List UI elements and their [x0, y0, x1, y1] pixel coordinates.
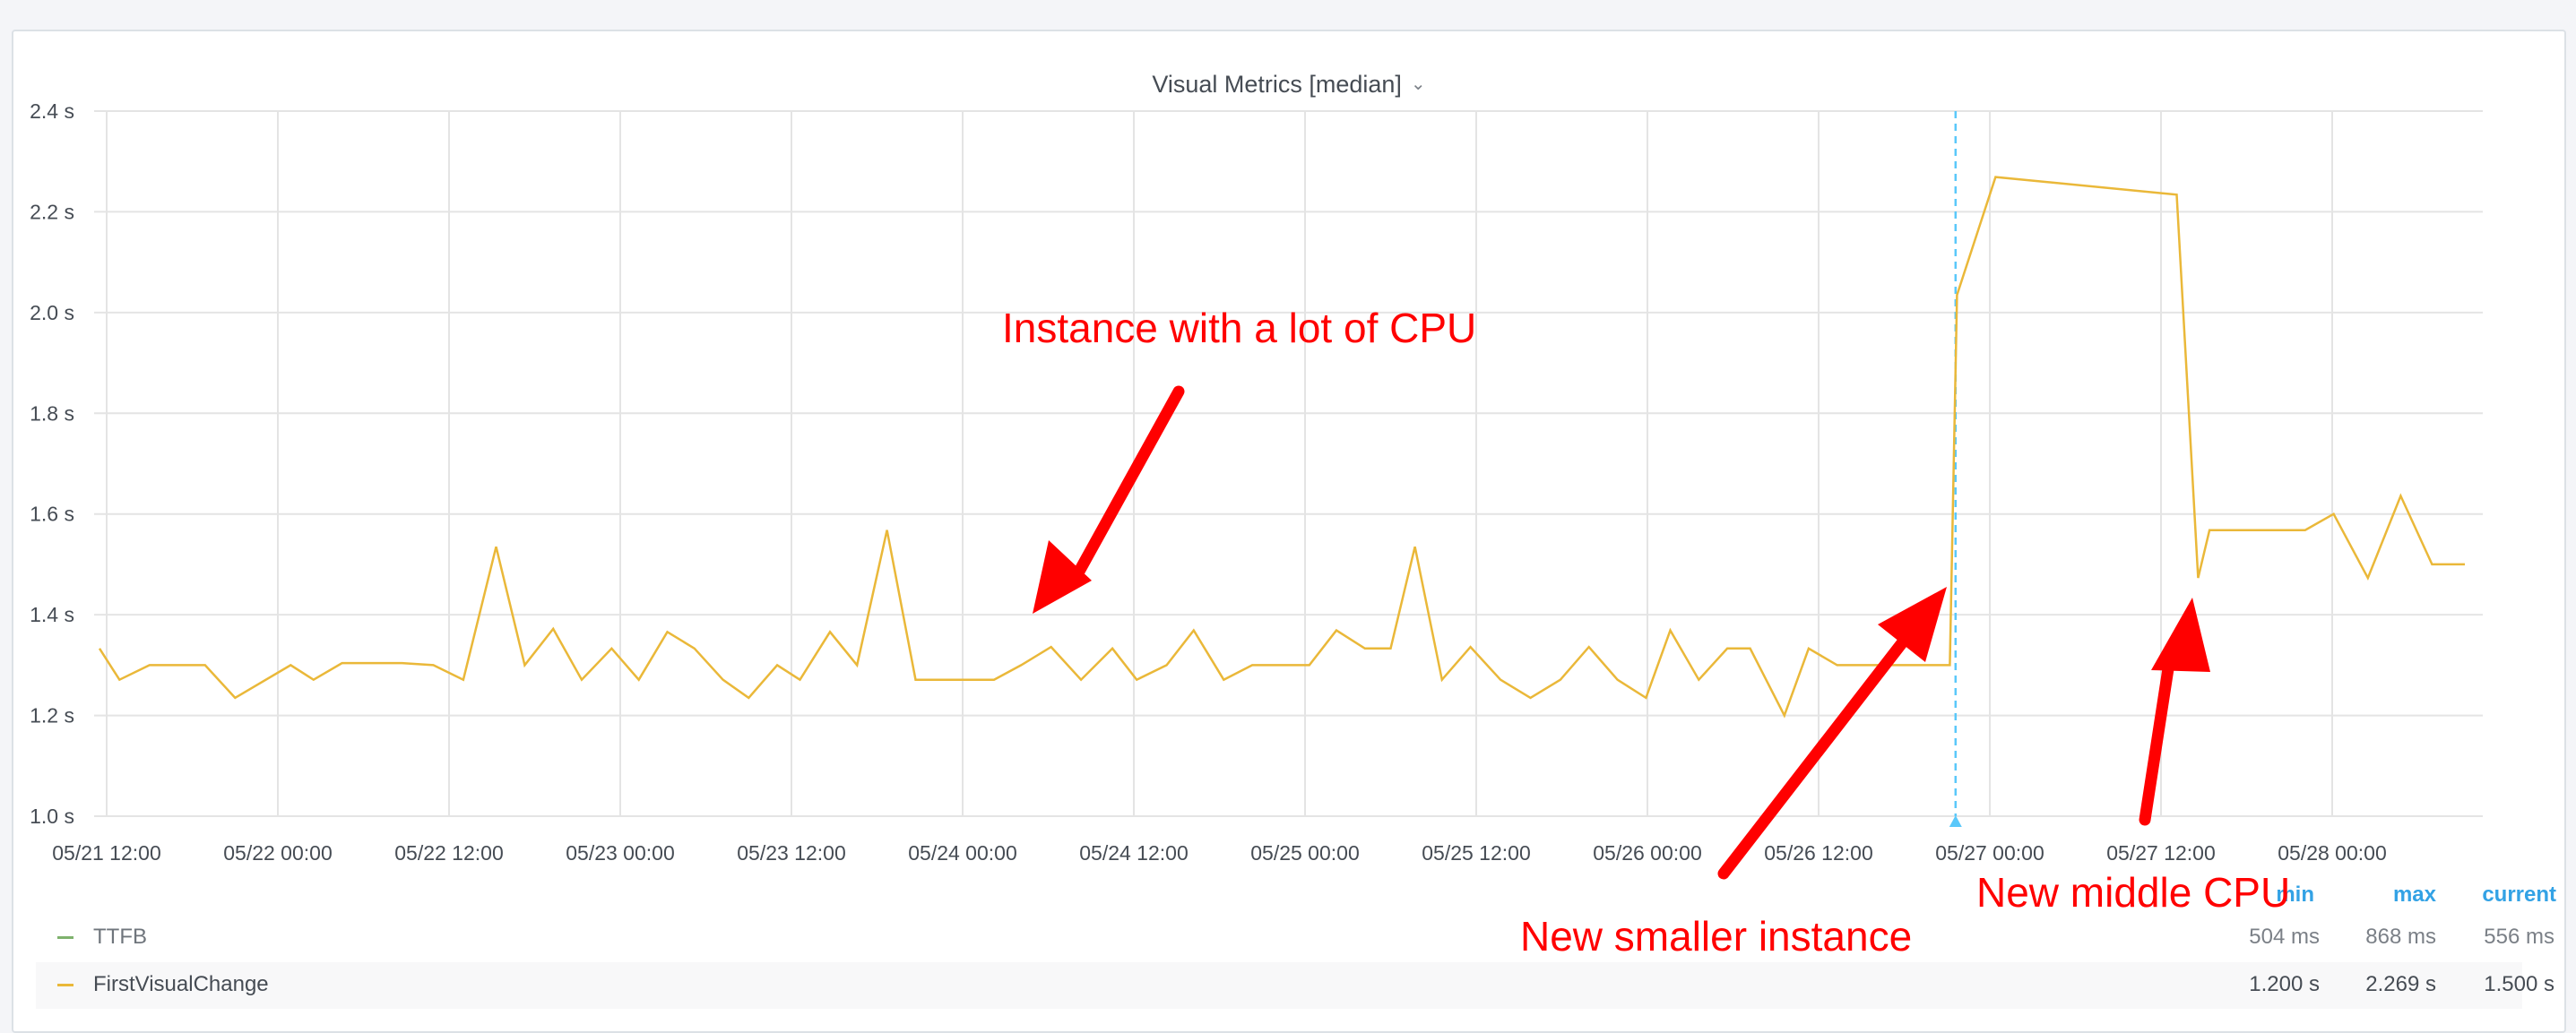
x-tick-label: 05/26 12:00 [1764, 841, 1873, 865]
legend-row-ttfb[interactable]: TTFB 504 ms 868 ms 556 ms [36, 915, 2522, 961]
legend-header-min[interactable]: min [2219, 882, 2314, 908]
arrow-middle-cpu [2145, 598, 2210, 820]
x-tick-label: 05/26 00:00 [1593, 841, 1702, 865]
series-color-swatch[interactable] [57, 984, 73, 986]
y-tick-label: 2.4 s [30, 99, 74, 123]
annotation-cpu: Instance with a lot of CPU [1002, 305, 1476, 351]
y-tick-label: 2.2 s [30, 200, 74, 223]
legend-series-name[interactable]: TTFB [93, 925, 147, 950]
legend-current: 556 ms [2447, 925, 2554, 950]
annotation-marker [1949, 111, 1962, 827]
legend-header: min max current [36, 882, 2522, 909]
legend-min: 1.200 s [2212, 972, 2320, 997]
legend-current: 1.500 s [2447, 972, 2554, 997]
y-tick-label: 1.0 s [30, 805, 74, 828]
legend-min: 504 ms [2212, 925, 2320, 950]
x-tick-label: 05/25 00:00 [1250, 841, 1360, 865]
x-tick-label: 05/22 12:00 [394, 841, 504, 865]
y-tick-label: 1.6 s [30, 503, 74, 526]
y-axis: 1.0 s 1.2 s 1.4 s 1.6 s 1.8 s 2.0 s 2.2 s 2.4 s [30, 99, 74, 828]
arrow-smaller-instance [1724, 587, 1947, 874]
x-tick-label: 05/25 12:00 [1422, 841, 1531, 865]
x-tick-label: 05/27 12:00 [2106, 841, 2216, 865]
x-tick-label: 05/24 00:00 [908, 841, 1017, 865]
legend-series-name[interactable]: FirstVisualChange [93, 972, 269, 997]
y-tick-label: 1.2 s [30, 704, 74, 727]
arrow-cpu [1033, 392, 1179, 614]
x-tick-label: 05/21 12:00 [52, 841, 161, 865]
y-tick-label: 1.8 s [30, 401, 74, 425]
x-axis: 05/21 12:00 05/22 00:00 05/22 12:00 05/23 0… [52, 841, 2387, 865]
x-tick-label: 05/24 12:00 [1079, 841, 1189, 865]
grid [94, 111, 2483, 816]
legend-max: 868 ms [2329, 925, 2436, 950]
series-layer [99, 177, 2465, 716]
series-line-firstvisualchange [99, 177, 2465, 716]
legend-header-current[interactable]: current [2420, 882, 2556, 908]
line-chart: 1.0 s 1.2 s 1.4 s 1.6 s 1.8 s 2.0 s 2.2 s 2.4 s… [0, 0, 2576, 1014]
series-color-swatch[interactable] [57, 936, 73, 939]
x-tick-label: 05/22 00:00 [223, 841, 333, 865]
x-tick-label: 05/23 00:00 [566, 841, 675, 865]
legend-max: 2.269 s [2329, 972, 2436, 997]
y-tick-label: 2.0 s [30, 301, 74, 324]
legend-row-firstvisualchange[interactable]: FirstVisualChange 1.200 s 2.269 s 1.500 … [36, 962, 2522, 1009]
y-tick-label: 1.4 s [30, 603, 74, 626]
x-tick-label: 05/23 12:00 [737, 841, 846, 865]
x-tick-label: 05/27 00:00 [1935, 841, 2044, 865]
x-tick-label: 05/28 00:00 [2278, 841, 2387, 865]
